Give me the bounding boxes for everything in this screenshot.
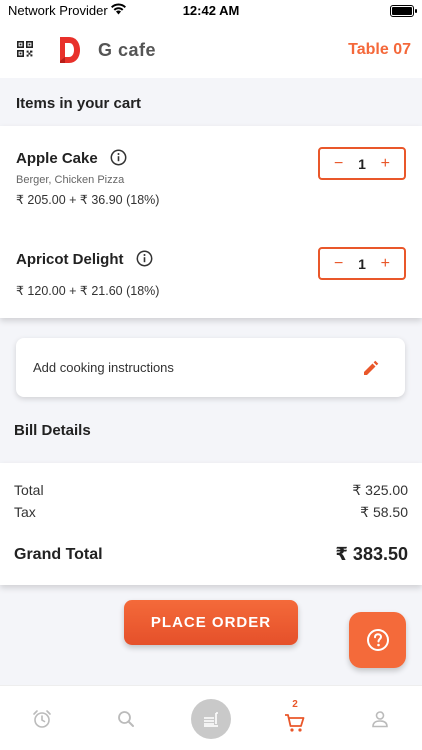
info-icon[interactable] <box>110 149 127 166</box>
qr-code-icon[interactable] <box>17 41 33 57</box>
decrease-quantity-button[interactable]: − <box>329 155 349 173</box>
nav-menu[interactable] <box>169 686 253 750</box>
status-time: 12:42 AM <box>182 3 240 18</box>
pencil-icon[interactable] <box>363 360 379 376</box>
cafe-name: G cafe <box>98 40 157 60</box>
grand-total-value: ₹ 383.50 <box>335 544 408 564</box>
place-order-button[interactable]: PLACE ORDER <box>124 600 298 645</box>
cart-icon <box>285 713 305 732</box>
item-price: ₹ 205.00 + ₹ 36.90 (18%) <box>16 193 160 207</box>
bill-total-row: Total ₹ 325.00 <box>14 482 408 498</box>
cooking-instructions-card[interactable]: Add cooking instructions <box>16 338 405 397</box>
item-quantity: 1 <box>358 155 366 172</box>
total-label: Total <box>14 482 44 498</box>
help-button[interactable] <box>349 612 406 668</box>
cooking-instructions-label: Add cooking instructions <box>33 360 174 375</box>
info-icon[interactable] <box>136 250 153 267</box>
profile-icon <box>372 710 388 727</box>
tax-label: Tax <box>14 504 36 520</box>
battery-icon <box>390 5 417 17</box>
item-name: Apricot Delight <box>16 251 124 268</box>
increase-quantity-button[interactable]: + <box>375 255 395 273</box>
cart-section-title: Items in your cart <box>16 95 142 112</box>
status-bar: Network Provider 12:42 AM <box>0 0 422 22</box>
alarm-icon <box>33 709 51 728</box>
bill-details-card: Total ₹ 325.00 Tax ₹ 58.50 Grand Total ₹… <box>0 463 422 585</box>
menu-icon <box>204 711 218 727</box>
grand-total-label: Grand Total <box>14 546 103 563</box>
nav-profile[interactable] <box>338 686 422 750</box>
tax-value: ₹ 58.50 <box>360 504 408 520</box>
bottom-navigation: 2 <box>0 685 422 750</box>
quantity-stepper: − 1 + <box>318 147 406 180</box>
cart-count-badge: 2 <box>292 699 298 710</box>
nav-search[interactable] <box>84 686 168 750</box>
nav-cart[interactable]: 2 <box>253 686 337 750</box>
item-quantity: 1 <box>358 255 366 272</box>
nav-alarm[interactable] <box>0 686 84 750</box>
cart-items-card: Apple Cake Berger, Chicken Pizza ₹ 205.0… <box>0 126 422 318</box>
search-icon <box>118 710 134 727</box>
grand-total-row: Grand Total ₹ 383.50 <box>14 544 408 564</box>
app-header: G cafe Table 07 <box>0 22 422 78</box>
item-name: Apple Cake <box>16 150 98 167</box>
total-value: ₹ 325.00 <box>352 482 408 498</box>
cafe-logo-icon <box>60 37 80 63</box>
bill-section-title: Bill Details <box>14 422 91 439</box>
item-price: ₹ 120.00 + ₹ 21.60 (18%) <box>16 284 160 298</box>
table-number: Table 07 <box>348 41 411 58</box>
decrease-quantity-button[interactable]: − <box>329 255 349 273</box>
quantity-stepper: − 1 + <box>318 247 406 280</box>
help-icon <box>366 629 389 651</box>
increase-quantity-button[interactable]: + <box>375 155 395 173</box>
bill-tax-row: Tax ₹ 58.50 <box>14 504 408 520</box>
menu-button-circle <box>191 698 231 739</box>
